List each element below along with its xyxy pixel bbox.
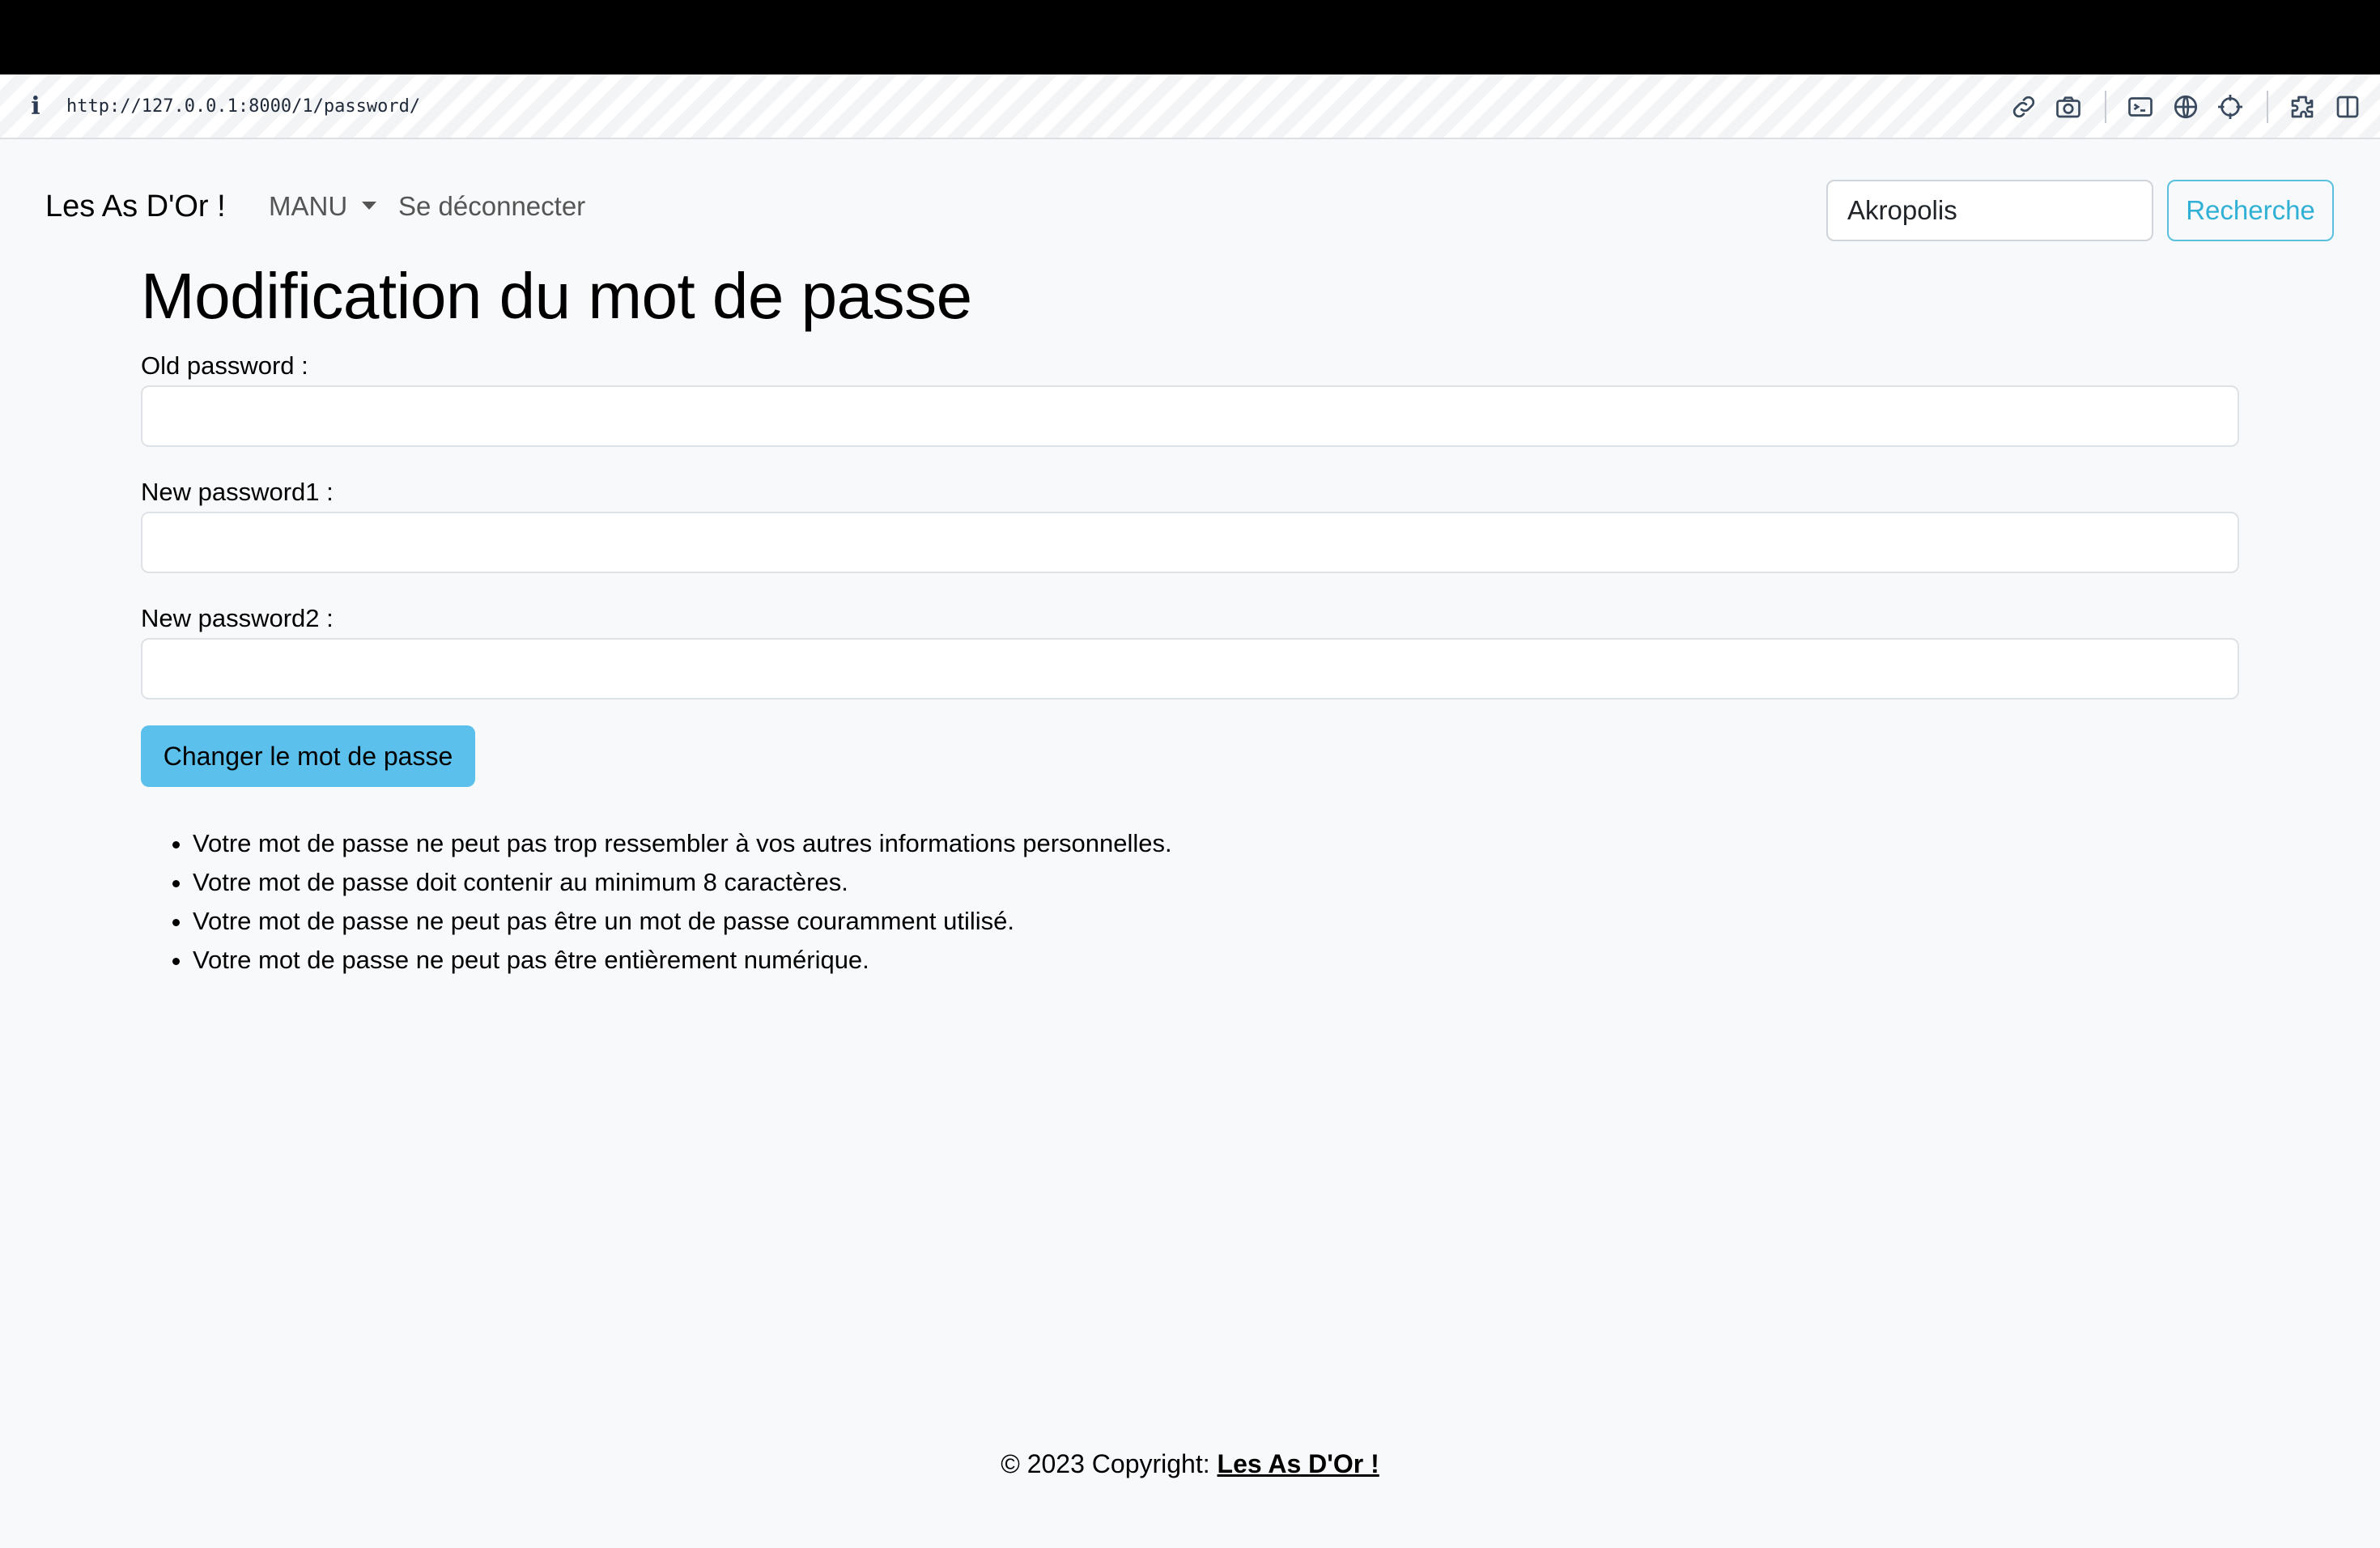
footer-brand-link[interactable]: Les As D'Or ! — [1218, 1449, 1379, 1478]
new-password2-label: New password2 : — [141, 604, 334, 632]
list-item: Votre mot de passe ne peut pas être un m… — [193, 902, 1172, 941]
info-icon[interactable]: i — [28, 91, 44, 123]
browser-address-bar: i http://127.0.0.1:8000/1/password/ — [0, 74, 2380, 139]
new-password1-label: New password1 : — [141, 478, 334, 506]
change-password-button[interactable]: Changer le mot de passe — [141, 725, 475, 787]
search-button[interactable]: Recherche — [2167, 180, 2334, 241]
brand-link[interactable]: Les As D'Or ! — [45, 188, 226, 225]
new-password2-field[interactable] — [141, 638, 2239, 700]
old-password-field[interactable] — [141, 385, 2239, 447]
old-password-label: Old password : — [141, 351, 308, 380]
os-top-bar — [0, 0, 2380, 74]
logout-link[interactable]: Se déconnecter — [398, 189, 585, 223]
search-input[interactable] — [1826, 180, 2153, 241]
copyright-text: © 2023 Copyright: — [1001, 1449, 1218, 1478]
user-menu-dropdown[interactable]: MANU — [269, 189, 377, 223]
list-item: Votre mot de passe ne peut pas être enti… — [193, 941, 1172, 980]
new-password1-field[interactable] — [141, 512, 2239, 573]
list-item: Votre mot de passe doit contenir au mini… — [193, 863, 1172, 902]
link-icon[interactable] — [1153, 92, 1182, 121]
page-title: Modification du mot de passe — [141, 260, 972, 332]
user-menu-label: MANU — [269, 191, 348, 221]
url-field[interactable]: http://127.0.0.1:8000/1/password/ — [66, 91, 420, 123]
footer: © 2023 Copyright: Les As D'Or ! — [0, 1446, 2380, 1482]
chevron-down-icon — [362, 202, 377, 211]
list-item: Votre mot de passe ne peut pas trop ress… — [193, 824, 1172, 863]
password-rules-list: Votre mot de passe ne peut pas trop ress… — [141, 824, 1172, 980]
